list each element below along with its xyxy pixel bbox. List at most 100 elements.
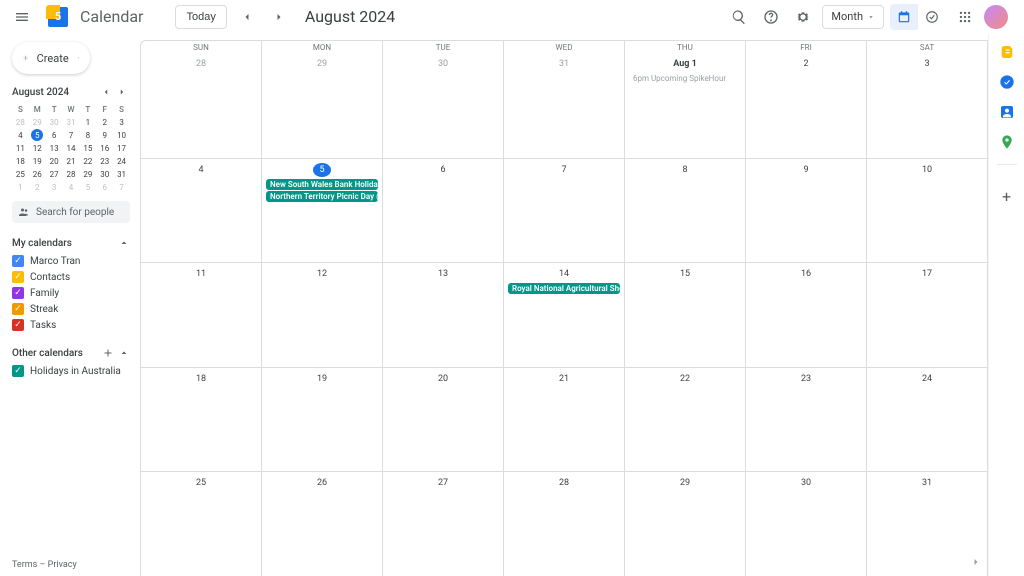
- day-cell[interactable]: 22: [625, 368, 746, 472]
- mini-day-cell[interactable]: 19: [29, 155, 46, 167]
- maps-icon[interactable]: [999, 134, 1015, 150]
- plus-icon[interactable]: [102, 347, 114, 359]
- prev-month-button[interactable]: [235, 5, 259, 29]
- help-button[interactable]: [758, 4, 784, 30]
- checkbox-icon[interactable]: ✓: [12, 303, 24, 315]
- checkbox-icon[interactable]: ✓: [12, 287, 24, 299]
- privacy-link[interactable]: Privacy: [48, 560, 77, 570]
- terms-link[interactable]: Terms: [12, 560, 37, 570]
- checkbox-icon[interactable]: ✓: [12, 255, 24, 267]
- create-button[interactable]: Create: [12, 42, 90, 74]
- search-people-input[interactable]: Search for people: [12, 201, 130, 223]
- day-cell[interactable]: 25: [141, 472, 262, 576]
- checkbox-icon[interactable]: ✓: [12, 365, 24, 377]
- mini-day-cell[interactable]: 4: [12, 129, 29, 141]
- day-cell[interactable]: 6: [383, 159, 504, 263]
- mini-day-cell[interactable]: 22: [79, 155, 96, 167]
- tasks-view-button[interactable]: [918, 4, 946, 30]
- day-cell[interactable]: 29: [262, 53, 383, 158]
- day-cell[interactable]: 15: [625, 263, 746, 367]
- event-chip[interactable]: Royal National Agricultural Show Day: [508, 283, 620, 294]
- mini-day-cell[interactable]: 1: [12, 181, 29, 193]
- mini-day-cell[interactable]: 31: [113, 168, 130, 180]
- mini-calendar[interactable]: SMTWTFS282930311234567891011121314151617…: [12, 104, 130, 193]
- day-cell[interactable]: 12: [262, 263, 383, 367]
- apps-button[interactable]: [952, 4, 978, 30]
- mini-day-cell[interactable]: 3: [46, 181, 63, 193]
- day-cell[interactable]: 26: [262, 472, 383, 576]
- mini-day-cell[interactable]: 30: [96, 168, 113, 180]
- day-cell[interactable]: 14Royal National Agricultural Show Day: [504, 263, 625, 367]
- keep-icon[interactable]: [999, 44, 1015, 60]
- checkbox-icon[interactable]: ✓: [12, 271, 24, 283]
- day-cell[interactable]: 19: [262, 368, 383, 472]
- day-cell[interactable]: 3: [867, 53, 988, 158]
- main-menu-button[interactable]: [8, 3, 36, 31]
- mini-day-cell[interactable]: 18: [12, 155, 29, 167]
- day-cell[interactable]: 5New South Wales Bank Holiday (NewNorthe…: [262, 159, 383, 263]
- mini-day-cell[interactable]: 25: [12, 168, 29, 180]
- day-cell[interactable]: 18: [141, 368, 262, 472]
- mini-day-cell[interactable]: 8: [79, 129, 96, 141]
- add-addon-button[interactable]: +: [1002, 189, 1011, 205]
- day-cell[interactable]: 27: [383, 472, 504, 576]
- checkbox-icon[interactable]: ✓: [12, 319, 24, 331]
- mini-prev-button[interactable]: [98, 84, 114, 100]
- mini-day-cell[interactable]: 9: [96, 129, 113, 141]
- day-cell[interactable]: 8: [625, 159, 746, 263]
- mini-day-cell[interactable]: 7: [113, 181, 130, 193]
- mini-day-cell[interactable]: 30: [46, 116, 63, 128]
- day-cell[interactable]: 20: [383, 368, 504, 472]
- mini-day-cell[interactable]: 6: [46, 129, 63, 141]
- day-cell[interactable]: 4: [141, 159, 262, 263]
- day-cell[interactable]: Aug 16pm Upcoming SpikeHour: [625, 53, 746, 158]
- mini-day-cell[interactable]: 28: [63, 168, 80, 180]
- calendar-item[interactable]: ✓Holidays in Australia: [12, 363, 130, 379]
- day-cell[interactable]: 31: [504, 53, 625, 158]
- mini-day-cell[interactable]: 23: [96, 155, 113, 167]
- day-cell[interactable]: 2: [746, 53, 867, 158]
- search-button[interactable]: [726, 4, 752, 30]
- mini-day-cell[interactable]: 11: [12, 142, 29, 154]
- event-chip[interactable]: Northern Territory Picnic Day (Northe: [266, 191, 378, 202]
- mini-day-cell[interactable]: 12: [29, 142, 46, 154]
- day-cell[interactable]: 28: [504, 472, 625, 576]
- calendar-view-button[interactable]: [890, 4, 918, 30]
- day-cell[interactable]: 17: [867, 263, 988, 367]
- settings-button[interactable]: [790, 4, 816, 30]
- today-button[interactable]: Today: [175, 5, 226, 29]
- day-cell[interactable]: 7: [504, 159, 625, 263]
- day-cell[interactable]: 21: [504, 368, 625, 472]
- mini-day-cell[interactable]: 10: [113, 129, 130, 141]
- day-cell[interactable]: 28: [141, 53, 262, 158]
- view-selector[interactable]: Month: [822, 5, 884, 29]
- mini-next-button[interactable]: [114, 84, 130, 100]
- event-chip[interactable]: New South Wales Bank Holiday (New: [266, 179, 378, 190]
- mini-day-cell[interactable]: 5: [79, 181, 96, 193]
- mini-day-cell[interactable]: 21: [63, 155, 80, 167]
- mini-day-cell[interactable]: 20: [46, 155, 63, 167]
- mini-day-cell[interactable]: 26: [29, 168, 46, 180]
- contacts-icon[interactable]: [999, 104, 1015, 120]
- mini-day-cell[interactable]: 2: [29, 181, 46, 193]
- calendar-item[interactable]: ✓Contacts: [12, 269, 130, 285]
- day-cell[interactable]: 30: [383, 53, 504, 158]
- mini-day-cell[interactable]: 24: [113, 155, 130, 167]
- mini-day-cell[interactable]: 16: [96, 142, 113, 154]
- account-avatar[interactable]: [984, 5, 1008, 29]
- mini-day-cell[interactable]: 1: [79, 116, 96, 128]
- day-cell[interactable]: 30: [746, 472, 867, 576]
- mini-day-cell[interactable]: 3: [113, 116, 130, 128]
- mini-day-cell[interactable]: 29: [29, 116, 46, 128]
- calendar-item[interactable]: ✓Family: [12, 285, 130, 301]
- mini-day-cell[interactable]: 28: [12, 116, 29, 128]
- day-cell[interactable]: 11: [141, 263, 262, 367]
- mini-day-cell[interactable]: 29: [79, 168, 96, 180]
- calendar-item[interactable]: ✓Streak: [12, 301, 130, 317]
- other-calendars-toggle[interactable]: Other calendars: [12, 347, 130, 359]
- side-panel-collapse-button[interactable]: [970, 556, 982, 568]
- mini-day-cell[interactable]: 5: [29, 129, 46, 141]
- calendar-item[interactable]: ✓Tasks: [12, 317, 130, 333]
- mini-day-cell[interactable]: 7: [63, 129, 80, 141]
- day-cell[interactable]: 13: [383, 263, 504, 367]
